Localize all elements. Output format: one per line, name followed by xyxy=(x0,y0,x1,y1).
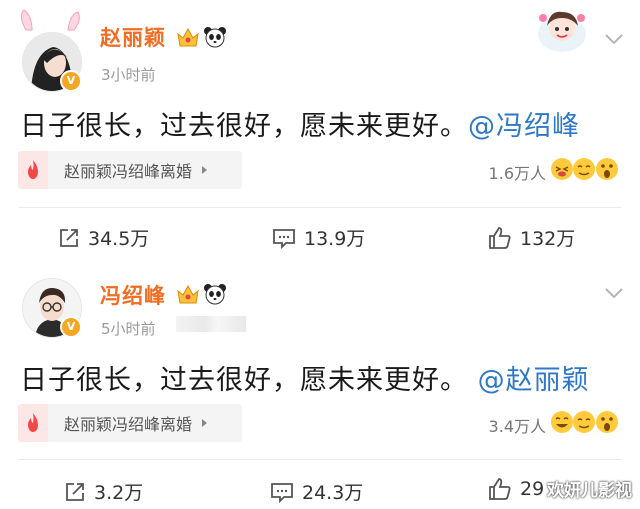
crown-icon xyxy=(177,284,199,304)
post-time: 3小时前 xyxy=(101,66,156,84)
fire-icon xyxy=(18,151,48,189)
repost-count: 3.2万 xyxy=(94,482,144,504)
comment-icon xyxy=(271,482,293,503)
thumbs-up-icon xyxy=(489,226,511,249)
fire-icon xyxy=(18,404,48,442)
comment-button[interactable]: 24.3万 xyxy=(270,478,363,505)
comment-count: 13.9万 xyxy=(304,228,366,250)
watermark: 欢妍儿影视 xyxy=(547,481,632,501)
chevron-down-icon[interactable] xyxy=(604,32,624,46)
like-count: 29 xyxy=(520,478,545,500)
reaction-count: 3.4万人 xyxy=(488,417,546,436)
mention-link[interactable]: @冯绍峰 xyxy=(468,111,580,142)
blurred-source xyxy=(176,316,246,332)
like-count: 132万 xyxy=(520,228,576,250)
sticker-avatar xyxy=(532,4,592,52)
username[interactable]: 赵丽颖 xyxy=(100,22,166,52)
panda-icon xyxy=(204,284,226,305)
like-button[interactable]: 132万 xyxy=(488,224,575,251)
comment-icon xyxy=(273,228,295,249)
topic-tag[interactable]: 赵丽颖冯绍峰离婚 xyxy=(18,151,242,189)
post-content: 日子很长，过去很好，愿未来更好。@冯绍峰 xyxy=(20,104,580,143)
crown-icon xyxy=(177,27,199,47)
repost-count: 34.5万 xyxy=(88,228,150,250)
repost-button[interactable]: 34.5万 xyxy=(58,224,149,251)
mention-link[interactable]: @赵丽颖 xyxy=(478,365,590,396)
chevron-right-icon xyxy=(202,419,208,427)
topic-tag[interactable]: 赵丽颖冯绍峰离婚 xyxy=(18,404,242,442)
topic-label: 赵丽颖冯绍峰离婚 xyxy=(64,162,193,181)
like-button[interactable]: 29 xyxy=(488,477,544,501)
verified-badge-icon: V xyxy=(60,316,82,338)
divider xyxy=(18,459,622,460)
post-text: 日子很长，过去很好，愿未来更好。 xyxy=(20,365,468,396)
share-icon xyxy=(66,482,84,501)
thumbs-up-icon xyxy=(489,478,511,500)
panda-icon xyxy=(204,27,226,48)
chevron-down-icon[interactable] xyxy=(604,286,624,300)
reaction-emojis-icon[interactable] xyxy=(550,156,620,182)
chevron-right-icon xyxy=(202,166,208,174)
avatar[interactable]: V xyxy=(18,28,84,94)
bunny-ears-icon xyxy=(20,9,80,31)
comment-button[interactable]: 13.9万 xyxy=(272,224,365,251)
post-content: 日子很长，过去很好，愿未来更好。 @赵丽颖 xyxy=(20,358,590,397)
topic-label: 赵丽颖冯绍峰离婚 xyxy=(64,415,193,434)
post-time: 5小时前 xyxy=(101,320,156,338)
reaction-emojis-icon[interactable] xyxy=(550,409,620,435)
divider xyxy=(18,207,622,208)
avatar[interactable]: V xyxy=(18,274,84,340)
reaction-count: 1.6万人 xyxy=(488,164,546,183)
repost-button[interactable]: 3.2万 xyxy=(64,478,143,505)
comment-count: 24.3万 xyxy=(302,482,364,504)
username[interactable]: 冯绍峰 xyxy=(100,280,166,310)
post-text: 日子很长，过去很好，愿未来更好。 xyxy=(20,111,468,142)
verified-badge-icon: V xyxy=(60,70,82,92)
share-icon xyxy=(60,228,78,247)
